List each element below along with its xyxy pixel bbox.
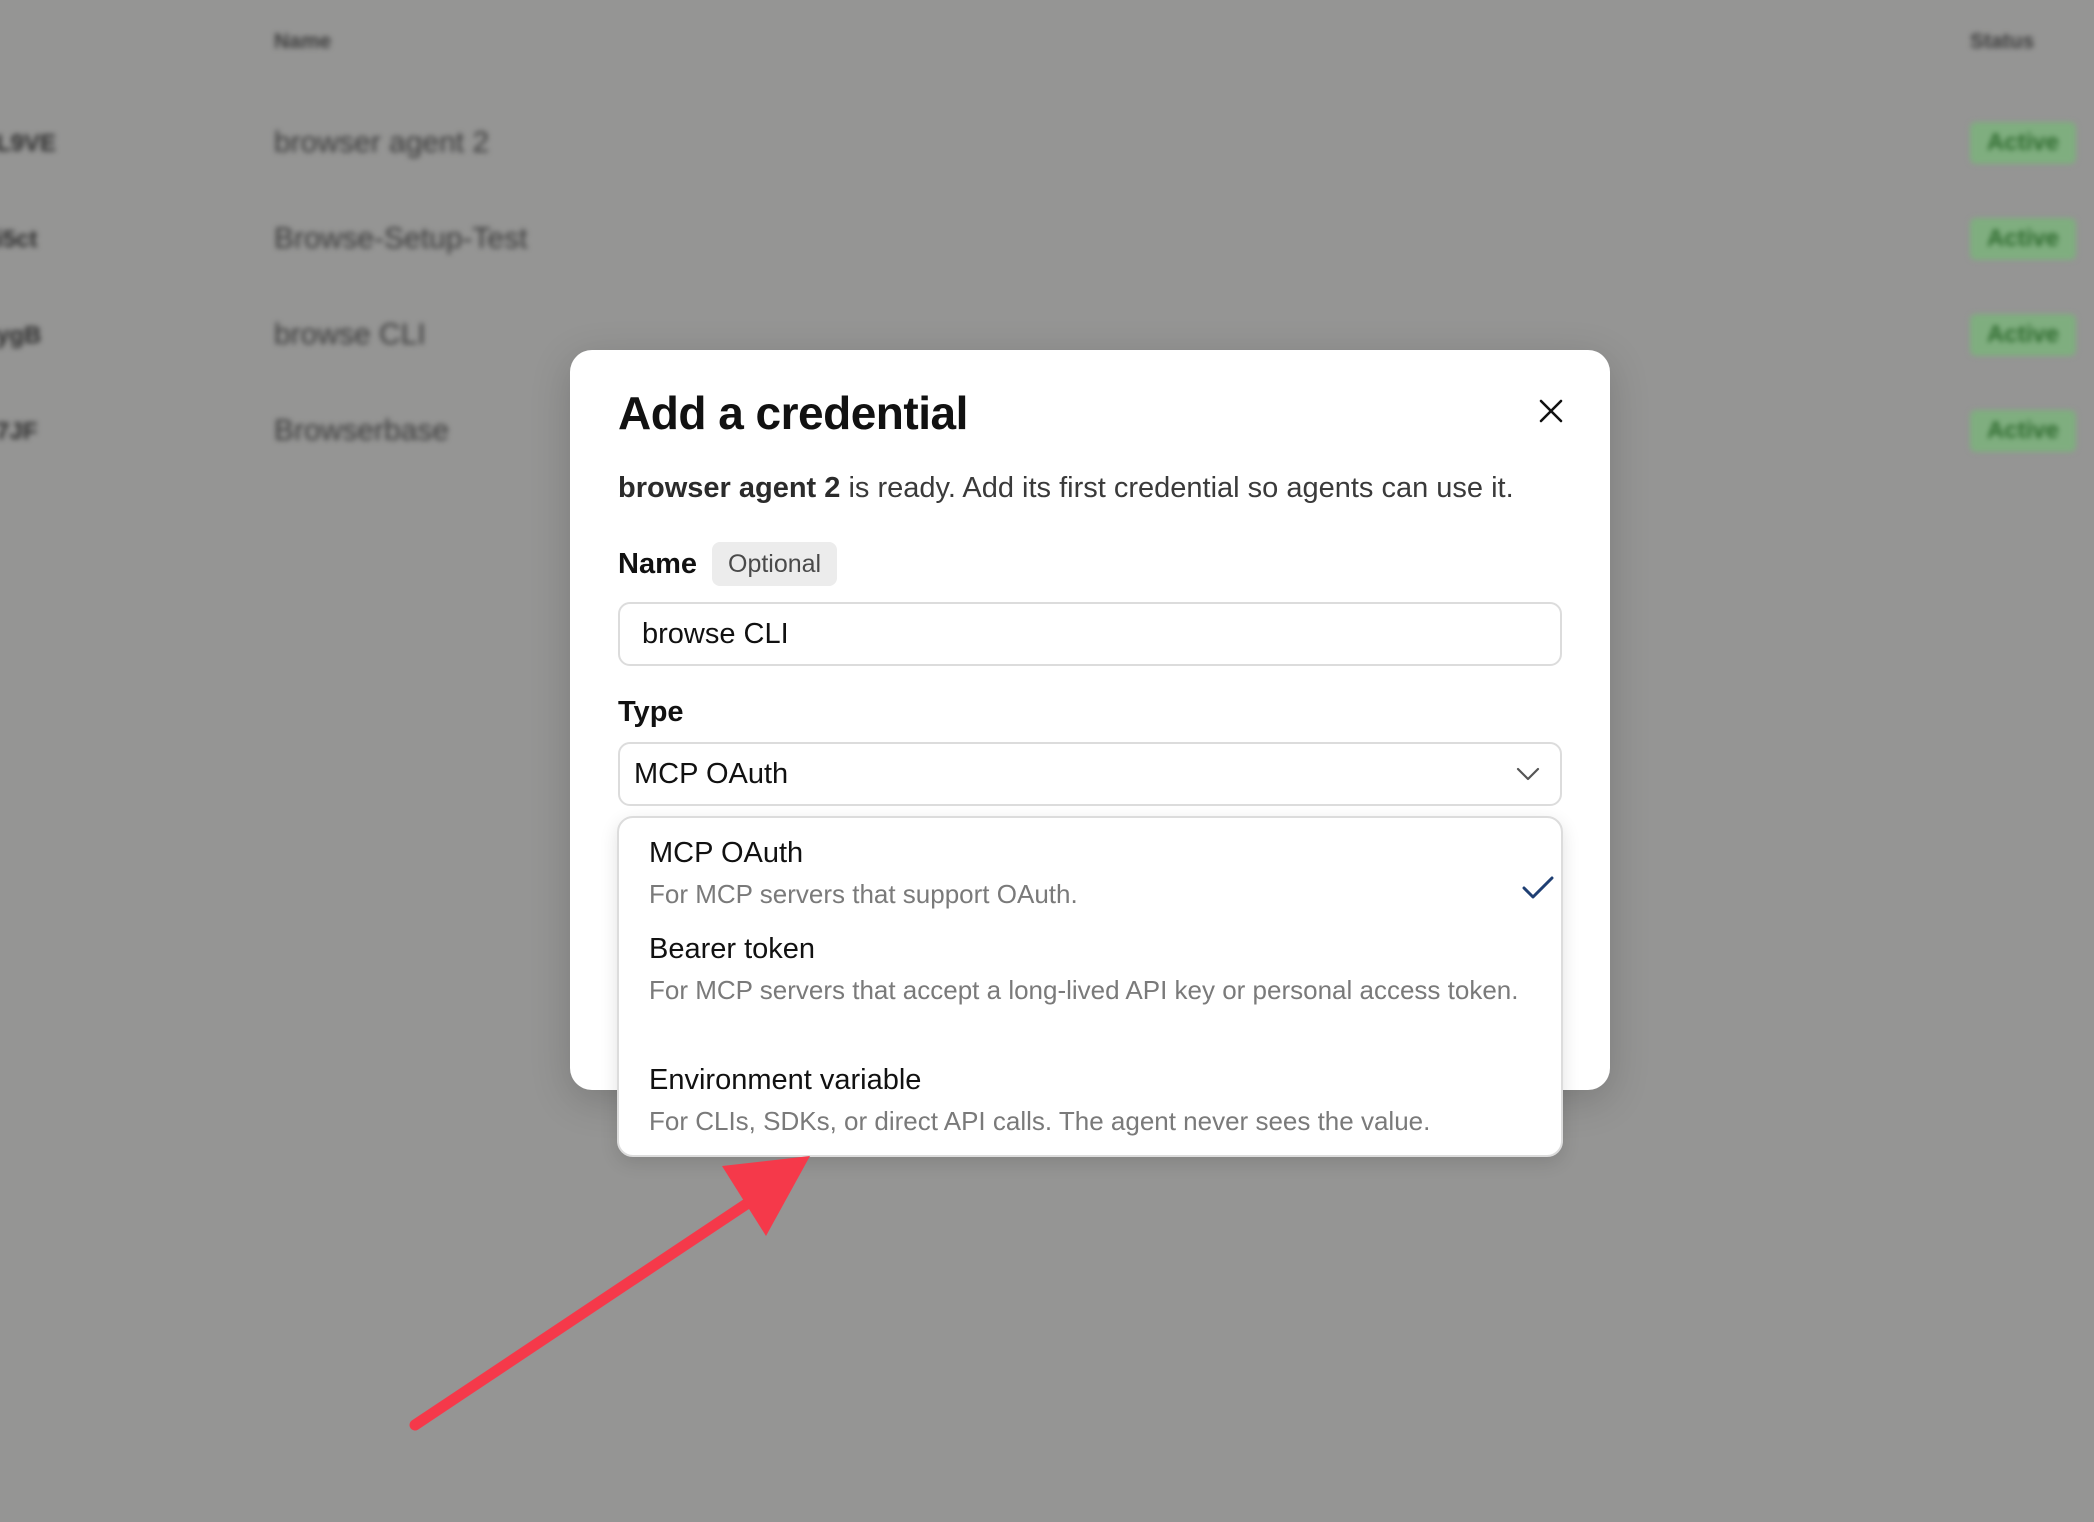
arrow-annotation xyxy=(409,1156,810,1431)
